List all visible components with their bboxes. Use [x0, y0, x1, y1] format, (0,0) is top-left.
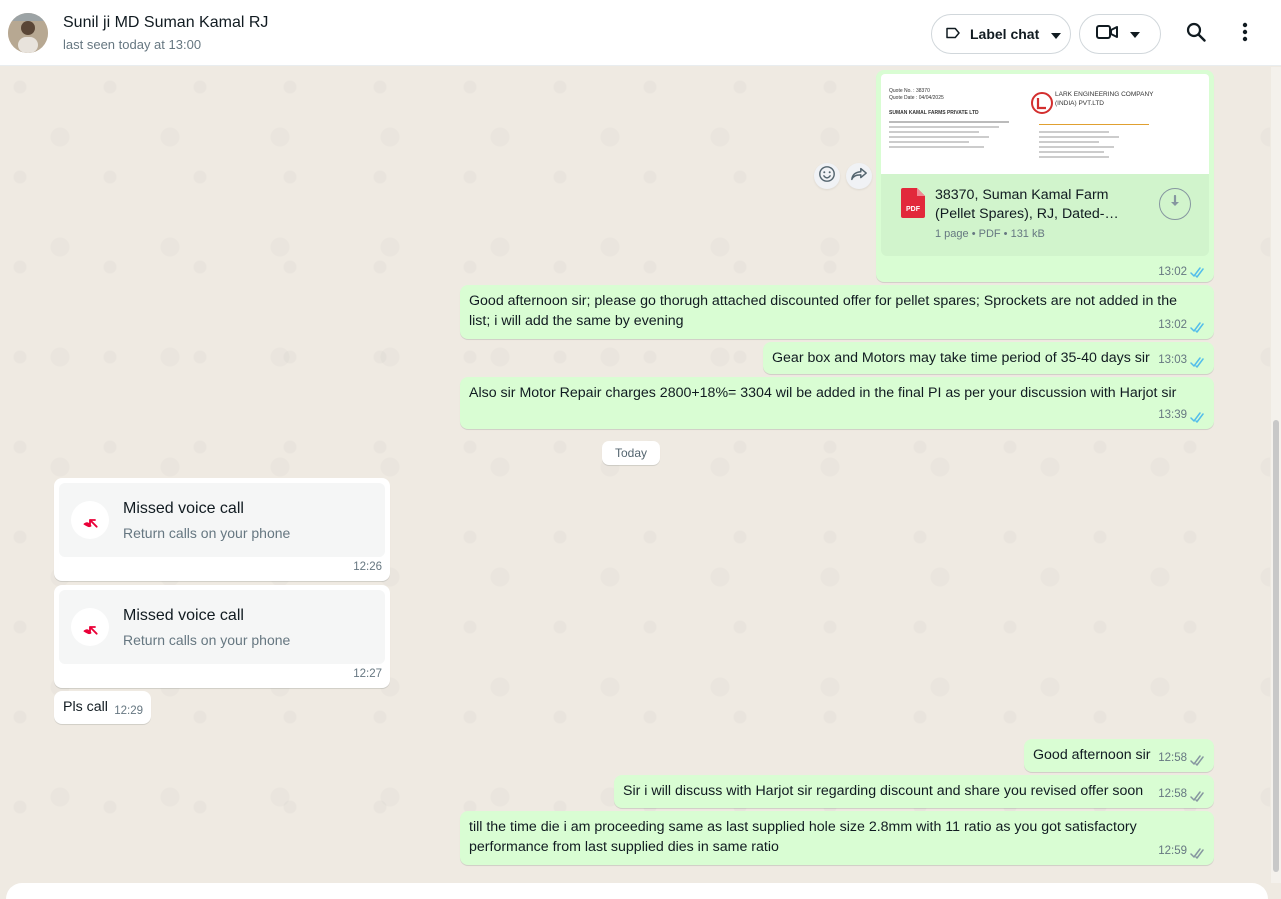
preview-company: LARK ENGINEERING COMPANY (INDIA) PVT.LTD [1055, 91, 1154, 107]
missed-call-message[interactable]: Missed voice call Return calls on your p… [54, 585, 390, 688]
call-card[interactable]: Missed voice call Return calls on your p… [59, 483, 385, 557]
download-icon [1168, 194, 1182, 214]
contact-name[interactable]: Sunil ji MD Suman Kamal RJ [63, 14, 268, 32]
call-title: Missed voice call [123, 607, 244, 624]
message-composer[interactable] [6, 883, 1268, 899]
call-subtitle: Return calls on your phone [123, 525, 291, 541]
message-meta: 13:03 [1158, 350, 1206, 370]
message-time: 13:02 [1158, 319, 1187, 331]
document-card[interactable]: PDF 38370, Suman Kamal Farm (Pellet Spar… [881, 174, 1209, 256]
svg-text:PDF: PDF [906, 206, 921, 213]
message-time: 13:39 [1158, 409, 1187, 421]
message-meta: 12:58 [1158, 748, 1206, 768]
outgoing-message[interactable]: Also sir Motor Repair charges 2800+18%= … [460, 377, 1214, 429]
kebab-menu-icon [1242, 22, 1248, 47]
missed-call-message[interactable]: Missed voice call Return calls on your p… [54, 478, 390, 581]
label-icon [944, 24, 962, 45]
message-meta: 12:26 [353, 557, 382, 577]
message-time: 12:59 [1158, 845, 1187, 857]
label-chat-label: Label chat [970, 26, 1040, 42]
pdf-file-icon: PDF [901, 188, 925, 223]
message-meta: 12:58 [1158, 784, 1206, 804]
message-time: 12:26 [353, 561, 382, 573]
contact-info[interactable]: Sunil ji MD Suman Kamal RJ last seen tod… [63, 14, 268, 52]
menu-button[interactable] [1225, 14, 1265, 54]
outgoing-message[interactable]: Sir i will discuss with Harjot sir regar… [614, 775, 1214, 808]
outgoing-message[interactable]: Good afternoon sir; please go thorugh at… [460, 285, 1214, 339]
document-name-line-2: (Pellet Spares), RJ, Dated-… [935, 206, 1119, 222]
preview-quote-date: Quote Date : 04/04/2025 [889, 95, 944, 101]
message-text: Also sir Motor Repair charges 2800+18%= … [469, 385, 1177, 401]
double-check-icon [1190, 410, 1206, 423]
message-time: 12:58 [1158, 752, 1187, 764]
message-time: 12:29 [114, 705, 143, 717]
message-time: 12:27 [353, 668, 382, 680]
double-check-icon [1190, 753, 1206, 766]
chevron-down-icon [1051, 26, 1062, 42]
message-text: Good afternoon sir; please go thorugh at… [469, 293, 1177, 329]
lark-logo [1031, 92, 1053, 119]
document-message[interactable]: Quote No. : 38370 Quote Date : 04/04/202… [876, 70, 1214, 282]
double-check-icon [1190, 320, 1206, 333]
incoming-message[interactable]: Pls call 12:29 [54, 691, 151, 724]
missed-call-icon [71, 501, 109, 539]
video-call-button[interactable] [1079, 14, 1161, 54]
document-preview[interactable]: Quote No. : 38370 Quote Date : 04/04/202… [881, 74, 1209, 174]
preview-quote-no: Quote No. : 38370 [889, 88, 930, 94]
label-chat-button[interactable]: Label chat [931, 14, 1071, 54]
outgoing-message[interactable]: till the time die i am proceeding same a… [460, 811, 1214, 865]
message-time: 13:03 [1158, 354, 1187, 366]
message-meta: 13:02 [1158, 315, 1206, 335]
message-text: Sir i will discuss with Harjot sir regar… [623, 783, 1144, 799]
forward-icon [850, 166, 868, 187]
message-meta: 13:39 [1158, 405, 1206, 425]
react-button[interactable] [814, 163, 840, 189]
message-time: 12:58 [1158, 788, 1187, 800]
double-check-icon [1190, 266, 1206, 278]
preview-customer: SUMAN KAMAL FARMS PRIVATE LTD [889, 110, 979, 116]
message-meta: 13:02 [1158, 266, 1206, 278]
search-icon [1186, 22, 1206, 47]
document-info: 1 page • PDF • 131 kB [935, 228, 1045, 240]
call-card[interactable]: Missed voice call Return calls on your p… [59, 590, 385, 664]
document-name-line-1: 38370, Suman Kamal Farm [935, 187, 1109, 203]
message-meta: 12:29 [114, 701, 143, 721]
message-meta: 12:59 [1158, 841, 1206, 861]
video-camera-icon [1096, 24, 1118, 45]
double-check-icon [1190, 846, 1206, 859]
chevron-down-icon [1130, 25, 1140, 43]
call-title: Missed voice call [123, 500, 244, 517]
message-text: Gear box and Motors may take time period… [772, 350, 1150, 366]
call-subtitle: Return calls on your phone [123, 632, 291, 648]
double-check-icon [1190, 355, 1206, 368]
search-button[interactable] [1176, 14, 1216, 54]
contact-avatar[interactable] [8, 13, 48, 53]
date-divider: Today [602, 441, 660, 465]
message-time: 13:02 [1158, 266, 1187, 278]
message-text: till the time die i am proceeding same a… [469, 819, 1137, 855]
last-seen-status: last seen today at 13:00 [63, 37, 202, 52]
outgoing-message[interactable]: Good afternoon sir 12:58 [1024, 739, 1214, 772]
emoji-icon [818, 165, 836, 188]
download-button[interactable] [1159, 188, 1191, 220]
forward-button[interactable] [846, 163, 872, 189]
message-meta: 12:27 [353, 664, 382, 684]
outgoing-message[interactable]: Gear box and Motors may take time period… [763, 342, 1214, 374]
chat-header: Sunil ji MD Suman Kamal RJ last seen tod… [0, 0, 1281, 66]
document-name: 38370, Suman Kamal Farm (Pellet Spares),… [935, 186, 1145, 224]
double-check-icon [1190, 789, 1206, 802]
scrollbar-thumb[interactable] [1273, 420, 1279, 872]
missed-call-icon [71, 608, 109, 646]
